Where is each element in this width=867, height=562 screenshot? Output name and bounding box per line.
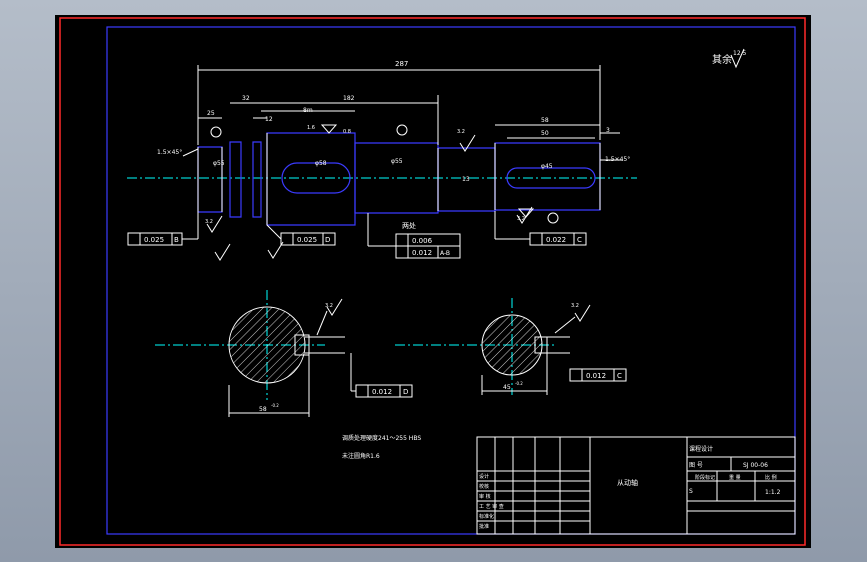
section-2	[481, 314, 548, 376]
dim-right-gap: 3	[606, 127, 610, 134]
svg-text:D: D	[325, 236, 330, 244]
rs-5: 0.8	[343, 129, 351, 135]
dim-d1: 25	[207, 110, 215, 117]
svg-text:0.022: 0.022	[546, 236, 566, 244]
svg-text:0.025: 0.025	[297, 236, 317, 244]
tb-row-2: 审 核	[479, 493, 491, 500]
tb-stage-label: 阶段标记	[695, 474, 715, 481]
cad-viewport[interactable]: 其余 12.5 287 25 32 182 12 8m 58 50 3 1.5×…	[55, 15, 811, 548]
sec1-rough: 3.2	[325, 303, 333, 309]
tol-mid: 0.025 D	[280, 232, 336, 246]
tol-sec1: 0.012 D	[350, 353, 413, 398]
roughness-small	[206, 134, 533, 261]
tol-runout: 0.006 0.012 A-B 两处	[395, 221, 461, 259]
tol-right: 0.022 C	[529, 232, 587, 246]
svg-text:A-B: A-B	[440, 250, 450, 257]
dim-d4: 12	[265, 116, 273, 123]
sec1-dim: 58	[259, 406, 267, 413]
dim-dia4: φ45	[541, 163, 553, 170]
svg-text:B: B	[174, 236, 179, 244]
tb-row-4: 标准化	[479, 513, 494, 520]
tol-left: 0.025 B	[127, 232, 183, 246]
dim-d5: 8m	[303, 107, 313, 114]
dim-overall-text: 287	[395, 60, 408, 68]
dim-dia2: φ58	[315, 160, 327, 167]
datum-marks	[210, 124, 559, 224]
rs-4: 1.6	[307, 125, 315, 131]
dim-right-len2: 50	[541, 130, 549, 137]
dim-d2: 32	[242, 95, 250, 102]
shaft-edges	[197, 133, 601, 225]
tb-scale: 1:1.2	[765, 489, 781, 496]
dim-dia1: φ55	[213, 160, 225, 167]
svg-text:0.006: 0.006	[412, 237, 433, 245]
dim-d3: 182	[343, 95, 355, 102]
rs-1: 3.2	[205, 219, 213, 225]
dim-right	[495, 124, 620, 139]
svg-text:0.012: 0.012	[586, 372, 606, 380]
svg-text:0.025: 0.025	[144, 236, 164, 244]
note-1: 调质处理硬度241～255 HBS	[342, 434, 421, 442]
drawing-border	[106, 26, 796, 535]
tb-row-0: 设计	[479, 473, 489, 480]
roughness-label: 其余	[712, 53, 732, 66]
tb-weight-label: 重 量	[729, 474, 741, 481]
tb-row-5: 批准	[479, 523, 489, 530]
shaft-outline	[197, 132, 601, 226]
tb-ratio-label: 比 例	[765, 474, 777, 481]
chamfer-left: 1.5×45°	[157, 149, 182, 156]
dim-inner: 13	[462, 176, 470, 183]
leader-lines	[182, 211, 530, 247]
tb-row-1: 校核	[479, 483, 489, 490]
tb-sheet: S	[689, 488, 693, 495]
dim-right-len: 58	[541, 117, 549, 124]
tb-drawing-no-label: 图 号	[689, 462, 703, 469]
sec2-rough: 3.2	[571, 303, 579, 309]
workspace: 其余 12.5 287 25 32 182 12 8m 58 50 3 1.5×…	[0, 0, 867, 562]
svg-text:0.012: 0.012	[372, 388, 392, 396]
svg-text:C: C	[577, 236, 582, 244]
svg-text:C: C	[617, 372, 622, 380]
dim-dia3: φ55	[391, 158, 403, 165]
rs-3: 3.2	[517, 216, 525, 222]
tol-sec2: 0.012 C	[569, 368, 627, 382]
sec2-tol: -0.2	[515, 381, 523, 386]
dim-upper-chain	[198, 95, 439, 145]
roughness-value: 12.5	[733, 50, 747, 57]
tb-part-name: 从动轴	[617, 478, 638, 487]
tb-row-3: 工 艺 审 查	[479, 503, 504, 510]
rs-2: 3.2	[457, 129, 465, 135]
dim-overall	[197, 65, 601, 145]
section-1	[228, 306, 310, 384]
tb-project: 课程设计	[689, 445, 713, 453]
tb-drawing-no: SJ 00-06	[743, 462, 768, 469]
svg-text:0.012: 0.012	[412, 249, 432, 257]
svg-text:两处: 两处	[402, 221, 416, 230]
sec2-dim: 45	[503, 384, 511, 391]
drawing: 其余 12.5 287 25 32 182 12 8m 58 50 3 1.5×…	[59, 17, 806, 546]
note-2: 未注圆角R1.6	[342, 452, 380, 460]
svg-text:D: D	[403, 388, 408, 396]
sec1-tol: -0.2	[271, 403, 279, 408]
